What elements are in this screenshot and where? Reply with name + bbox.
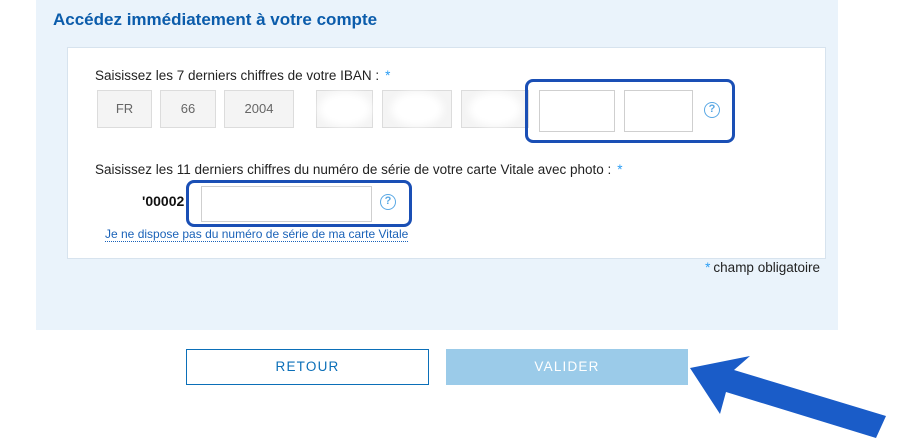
- iban-part-key: 66: [160, 90, 216, 128]
- vitale-label: Saisissez les 11 derniers chiffres du nu…: [95, 162, 623, 177]
- redacted-blur: [397, 98, 437, 120]
- iban-part-hidden-1: [316, 90, 373, 128]
- required-mark: *: [617, 162, 623, 177]
- iban-label: Saisissez les 7 derniers chiffres de vot…: [95, 68, 390, 83]
- vitale-label-text: Saisissez les 11 derniers chiffres du nu…: [95, 162, 612, 177]
- redacted-blur: [475, 98, 515, 120]
- required-note: * champ obligatoire: [705, 260, 820, 275]
- required-mark: *: [385, 68, 391, 83]
- redacted-blur: [324, 98, 365, 120]
- iban-part-bank: 2004: [224, 90, 294, 128]
- arrow-icon: [690, 356, 886, 438]
- iban-label-text: Saisissez les 7 derniers chiffres de vot…: [95, 68, 380, 83]
- help-circle-icon[interactable]: ?: [704, 102, 720, 118]
- no-serial-link[interactable]: Je ne dispose pas du numéro de série de …: [105, 227, 409, 242]
- iban-part-hidden-2: [382, 90, 452, 128]
- arrow-shape: [690, 356, 886, 438]
- panel-title: Accédez immédiatement à votre compte: [53, 10, 378, 29]
- required-star: *: [705, 260, 711, 275]
- vitale-serial-prefix: '00002: [142, 193, 185, 209]
- vitale-serial-input[interactable]: [201, 186, 372, 222]
- help-circle-icon[interactable]: ?: [380, 194, 396, 210]
- iban-input-2[interactable]: [624, 90, 693, 132]
- required-note-text: champ obligatoire: [713, 260, 820, 275]
- iban-input-1[interactable]: [539, 90, 615, 132]
- submit-button[interactable]: VALIDER: [446, 349, 688, 385]
- iban-part-hidden-3: [461, 90, 529, 128]
- iban-part-country: FR: [97, 90, 152, 128]
- back-button[interactable]: RETOUR: [186, 349, 429, 385]
